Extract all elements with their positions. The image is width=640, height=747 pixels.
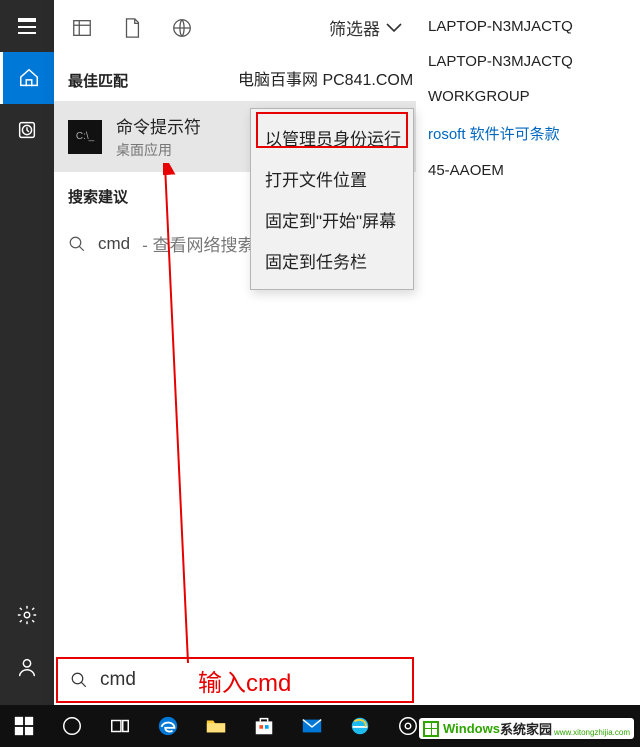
window-icon[interactable] — [68, 14, 96, 42]
watermark-top: 电脑百事网 PC841.COM — [238, 66, 413, 90]
document-icon[interactable] — [118, 14, 146, 42]
search-icon — [70, 671, 88, 689]
cortana-button[interactable] — [48, 705, 96, 747]
panel-header: 筛选器 — [54, 0, 416, 56]
cm-run-as-admin[interactable]: 以管理员身份运行 — [251, 117, 413, 158]
system-info-bg: LAPTOP-N3MJACTQ LAPTOP-N3MJACTQ WORKGROU… — [416, 0, 640, 705]
wm-brand-cn: 系统家园 — [500, 719, 552, 738]
bg-pcname1: LAPTOP-N3MJACTQ — [428, 18, 628, 35]
explorer-icon[interactable] — [192, 705, 240, 747]
filter-label: 筛选器 — [329, 15, 380, 40]
globe-icon[interactable] — [168, 14, 196, 42]
bg-pcname2: LAPTOP-N3MJACTQ — [428, 53, 628, 70]
cm-pin-start[interactable]: 固定到"开始"屏幕 — [251, 199, 413, 240]
hamburger-icon[interactable] — [0, 0, 54, 52]
cmd-app-icon: C:\_ — [68, 120, 102, 154]
windows-flag-icon — [423, 721, 439, 737]
search-icon — [68, 235, 86, 253]
search-box[interactable]: 输入cmd — [56, 657, 414, 703]
store-icon[interactable] — [240, 705, 288, 747]
gear-icon[interactable] — [0, 589, 54, 641]
suggest-query: cmd — [98, 234, 130, 254]
wm-url: www.xitongzhijia.com — [554, 728, 630, 737]
result-title: 命令提示符 — [116, 113, 201, 138]
cm-pin-taskbar[interactable]: 固定到任务栏 — [251, 240, 413, 281]
home-icon[interactable] — [0, 52, 54, 104]
bg-license-link[interactable]: rosoft 软件许可条款 — [428, 126, 560, 143]
taskview-button[interactable] — [96, 705, 144, 747]
mail-icon[interactable] — [288, 705, 336, 747]
user-icon[interactable] — [0, 641, 54, 693]
ie-icon[interactable] — [336, 705, 384, 747]
filter-dropdown[interactable]: 筛选器 — [329, 15, 402, 40]
search-caption: 输入cmd — [198, 663, 291, 698]
edge-icon[interactable] — [144, 705, 192, 747]
search-input[interactable] — [100, 669, 180, 691]
cm-open-file-location[interactable]: 打开文件位置 — [251, 158, 413, 199]
chevron-down-icon — [386, 23, 402, 33]
bg-workgroup: WORKGROUP — [428, 88, 628, 105]
bg-productid: 45-AAOEM — [428, 162, 628, 179]
clock-icon[interactable] — [0, 104, 54, 156]
start-button[interactable] — [0, 705, 48, 747]
context-menu: 以管理员身份运行 打开文件位置 固定到"开始"屏幕 固定到任务栏 — [250, 108, 414, 290]
start-search-panel: 筛选器 最佳匹配 C:\_ 命令提示符 桌面应用 搜索建议 cmd - 查看网络… — [54, 0, 416, 705]
watermark-bottom-right: Windows 系统家园 www.xitongzhijia.com — [419, 718, 634, 739]
start-sidebar — [0, 0, 54, 705]
result-subtitle: 桌面应用 — [116, 140, 201, 160]
wm-brand-en: Windows — [443, 721, 500, 736]
